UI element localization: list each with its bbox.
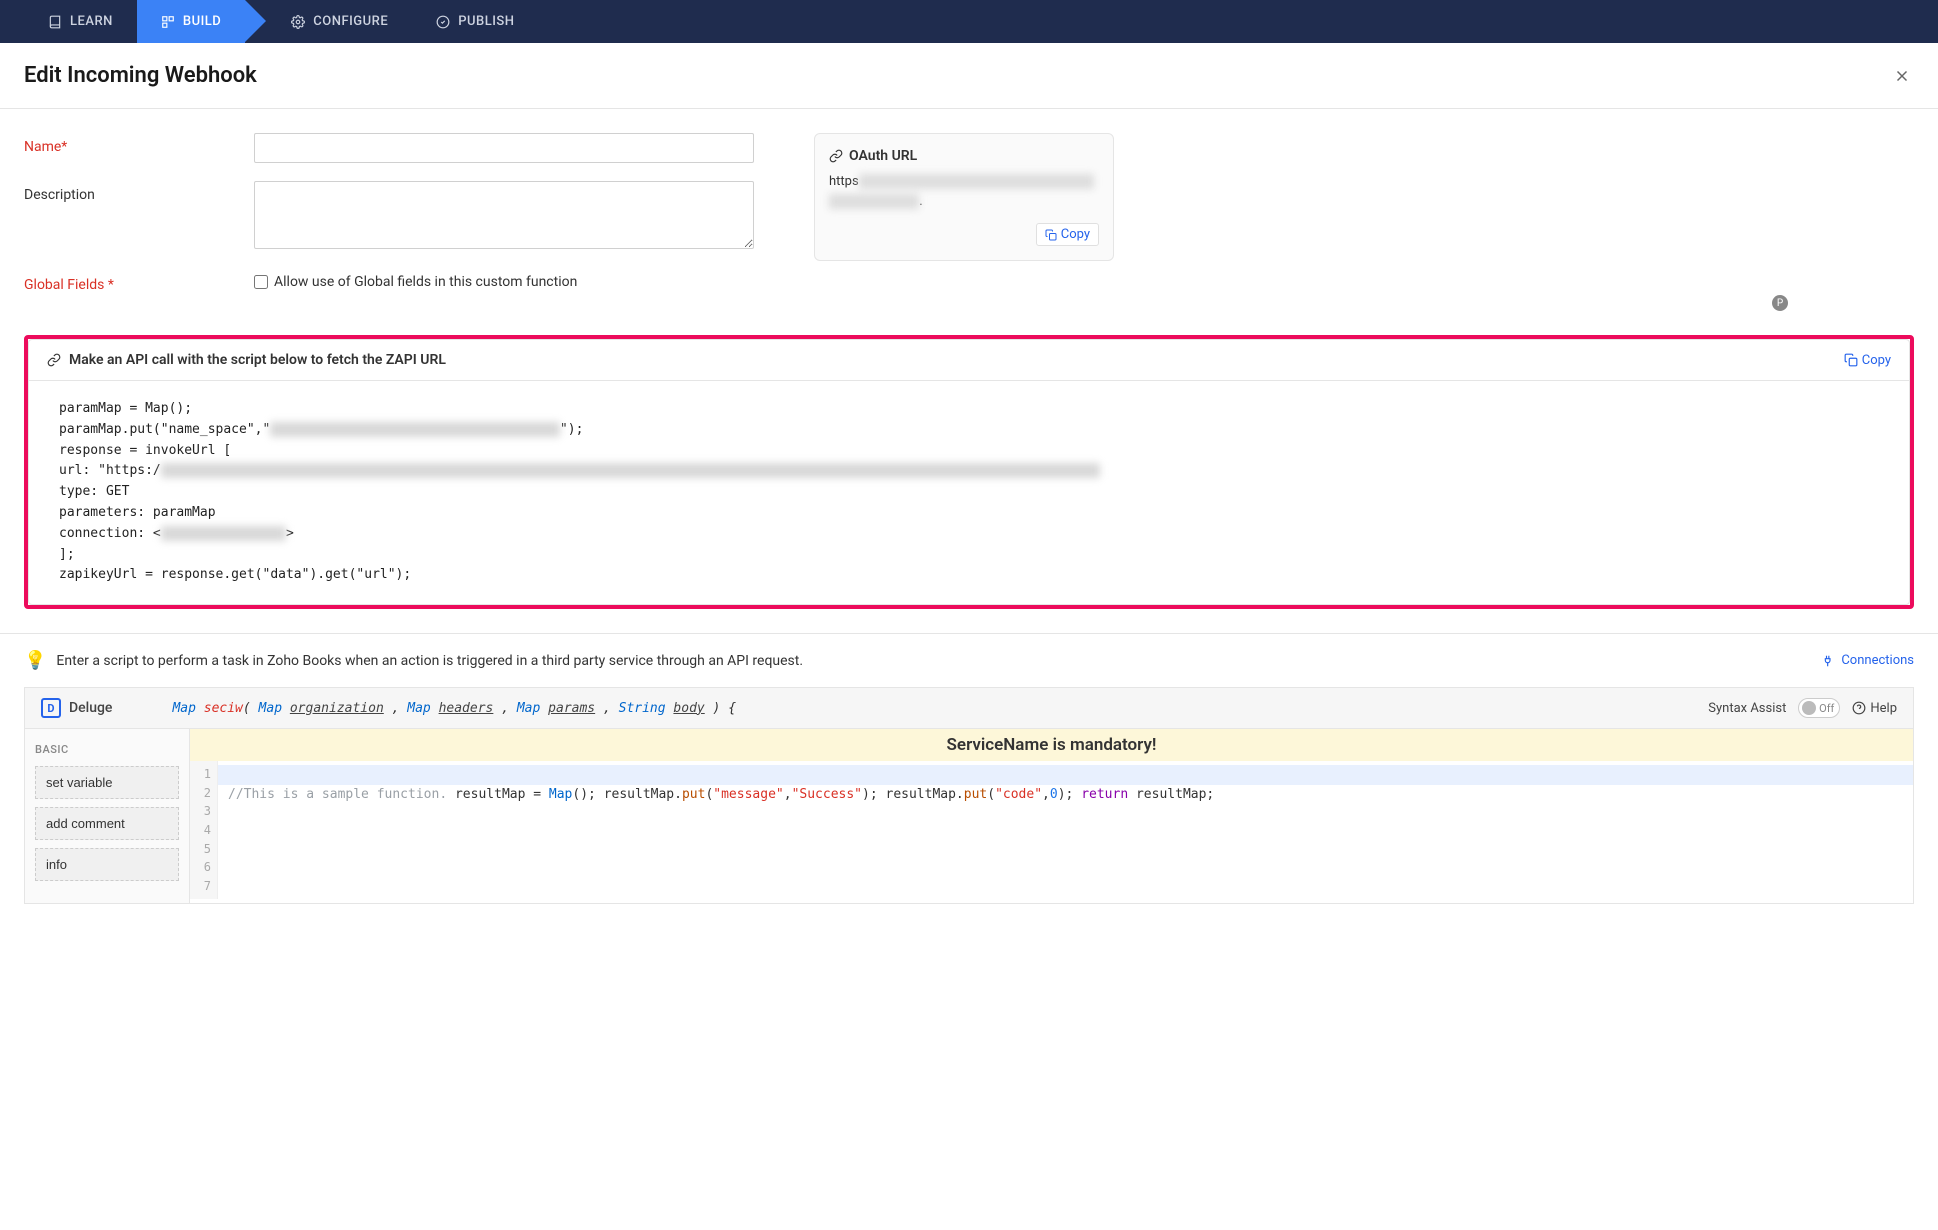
oauth-url-value: httpsxxxxxxxxxxxxxxxxxxxxxxxxxxxxxxxxxx … [829,172,1099,211]
code-editor[interactable]: //This is a sample function. resultMap =… [218,761,1913,899]
sidebar-heading: BASIC [35,743,179,756]
nav-item-learn[interactable]: LEARN [24,0,137,43]
connections-link[interactable]: Connections [1823,653,1914,668]
page-title: Edit Incoming Webhook [24,63,257,88]
close-button[interactable] [1890,64,1914,88]
editor-sidebar: BASIC set variable add comment info [25,729,190,903]
api-call-section: Make an API call with the script below t… [24,335,1914,609]
nav-item-configure[interactable]: CONFIGURE [245,0,412,43]
function-signature: Map seciw( Map organization , Map header… [112,701,1708,716]
description-textarea[interactable] [254,181,754,249]
nav-label: BUILD [183,14,221,29]
line-gutter: 1234567 [190,761,218,899]
check-circle-icon [436,15,450,29]
p-badge: P [1772,295,1788,311]
editor-language: D Deluge [41,698,112,718]
syntax-assist-toggle[interactable]: Off [1798,698,1840,718]
global-fields-checkbox[interactable] [254,275,268,289]
syntax-assist-label: Syntax Assist [1708,701,1786,716]
blocks-icon [161,15,175,29]
page-header: Edit Incoming Webhook [0,43,1938,109]
link-icon [47,353,61,367]
nav-label: CONFIGURE [313,14,388,29]
hint-text: Enter a script to perform a task in Zoho… [56,653,803,669]
plug-icon [1823,654,1837,668]
nav-item-publish[interactable]: PUBLISH [412,0,538,43]
oauth-url-box: OAuth URL httpsxxxxxxxxxxxxxxxxxxxxxxxxx… [814,133,1114,261]
link-icon [829,149,843,163]
api-box-title: Make an API call with the script below t… [47,352,446,368]
script-editor: D Deluge Map seciw( Map organization , M… [24,687,1914,904]
gear-icon [291,15,305,29]
api-copy-button[interactable]: Copy [1844,353,1891,368]
copy-icon [1045,229,1057,241]
sidebar-item-set-variable[interactable]: set variable [35,766,179,799]
copy-icon [1844,353,1858,367]
global-fields-checkbox-label: Allow use of Global fields in this custo… [274,274,577,290]
book-icon [48,15,62,29]
name-input[interactable] [254,133,754,163]
form-area: Name* Description Global Fields * Allow … [0,109,1938,335]
nav-item-build[interactable]: BUILD [137,0,245,43]
sidebar-item-add-comment[interactable]: add comment [35,807,179,840]
oauth-title: OAuth URL [829,148,1099,164]
bulb-icon: 💡 [24,650,46,671]
nav-label: PUBLISH [458,14,514,29]
top-nav: LEARN BUILD CONFIGURE PUBLISH [0,0,1938,43]
api-script-body[interactable]: paramMap = Map(); paramMap.put("name_spa… [29,381,1909,604]
description-label: Description [24,181,254,253]
deluge-icon: D [41,698,61,718]
help-link[interactable]: Help [1852,701,1897,716]
name-label: Name* [24,133,254,163]
help-icon [1852,701,1866,715]
editor-warning: ServiceName is mandatory! [190,729,1913,761]
sidebar-item-info[interactable]: info [35,848,179,881]
global-fields-label: Global Fields * [24,271,254,293]
close-icon [1893,67,1911,85]
hint-bar: 💡 Enter a script to perform a task in Zo… [0,633,1938,687]
oauth-copy-button[interactable]: Copy [1036,223,1099,246]
nav-label: LEARN [70,14,113,29]
